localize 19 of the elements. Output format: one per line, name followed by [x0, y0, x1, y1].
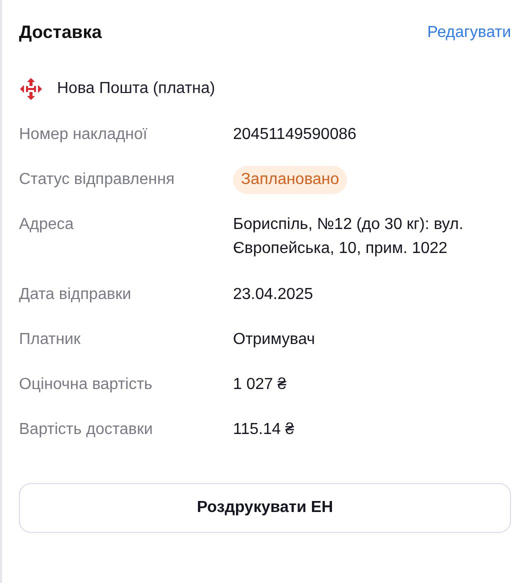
section-title: Доставка [19, 22, 102, 43]
field-label: Статус відправлення [19, 170, 176, 190]
print-button[interactable]: Роздрукувати ЕН [19, 483, 511, 533]
field-label: Вартість доставки [19, 420, 154, 440]
field-label: Оціночна вартість [19, 375, 154, 395]
field-value: Отримувач [233, 330, 316, 350]
field-value: Бориспіль, №12 (до 30 кг): вул. Європейська, 10, прим. 1022 [233, 215, 464, 259]
edit-link[interactable]: Редагувати [427, 24, 511, 42]
field-label: Номер накладної [19, 125, 148, 145]
field-value: 1 027 ₴ [233, 375, 288, 395]
carrier-name: Нова Пошта (платна) [57, 80, 216, 98]
field-label: Платник [19, 330, 82, 350]
field-value: 23.04.2025 [233, 285, 314, 305]
field-label: Адреса [19, 215, 75, 235]
field-label: Дата відправки [19, 285, 132, 305]
field-value: 20451149590086 [233, 125, 358, 145]
status-badge: Заплановано [233, 166, 348, 194]
logo-icon [19, 77, 43, 101]
field-value: 115.14 ₴ [233, 420, 296, 440]
